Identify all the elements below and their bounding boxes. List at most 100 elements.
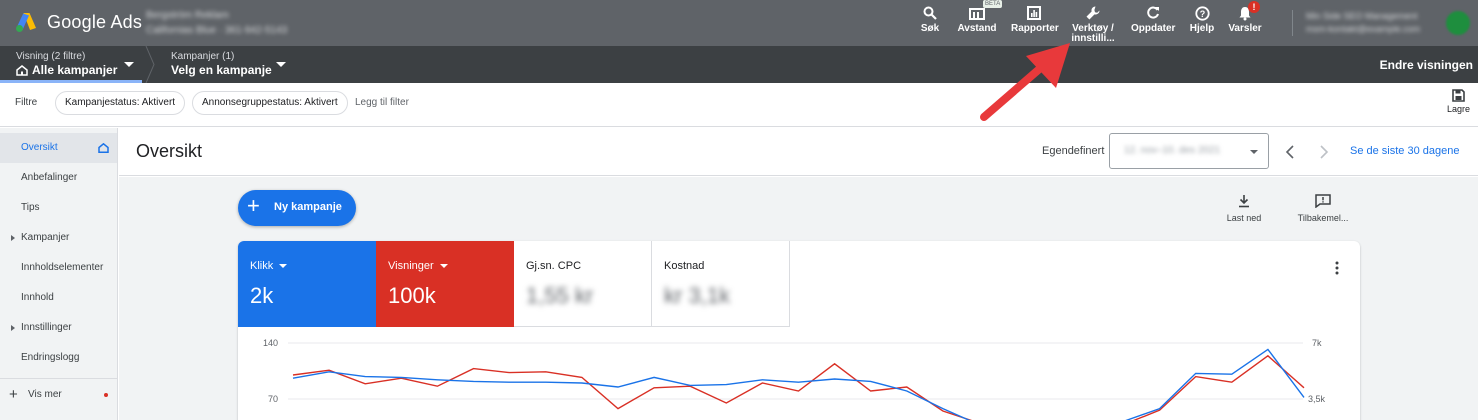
sidebar-item-label: Innhold bbox=[21, 292, 54, 303]
notification-badge: ! bbox=[1248, 1, 1260, 13]
filter-label: Filtre bbox=[15, 97, 38, 108]
metric-value: 100k bbox=[388, 283, 436, 308]
user-name: Min Side SEO Management bbox=[1306, 11, 1418, 21]
right-tick-label: 3,5k bbox=[1308, 394, 1326, 404]
metric-label: Kostnad bbox=[664, 260, 705, 272]
appearance-tool-button[interactable]: Avstand bbox=[957, 4, 997, 34]
google-ads-logo-icon bbox=[16, 13, 36, 32]
sidebar-divider bbox=[0, 378, 117, 379]
metric-avg-cpc-tile[interactable]: Gj.sn. CPC 1,55 kr bbox=[514, 241, 652, 327]
annotation-arrow bbox=[980, 43, 1070, 121]
sidebar-item-change-history[interactable]: Endringslogg bbox=[0, 343, 117, 373]
beta-badge: BETA bbox=[983, 0, 1003, 8]
sidebar-item-tips[interactable]: Tips bbox=[0, 193, 117, 223]
save-label: Lagre bbox=[1446, 104, 1470, 114]
refresh-tool-button[interactable]: Oppdater bbox=[1131, 4, 1175, 34]
feedback-button[interactable]: Tilbakemel... bbox=[1291, 194, 1355, 223]
tool-label: Hjelp bbox=[1189, 23, 1215, 34]
filter-bar: Filtre Kampanjestatus: Aktivert Annonseg… bbox=[0, 83, 1478, 127]
sidebar-item-assets[interactable]: Innholdselementer bbox=[0, 253, 117, 283]
view-main-label: Alle kampanjer bbox=[32, 63, 118, 77]
series-line-clicks bbox=[292, 348, 1305, 420]
avatar[interactable] bbox=[1446, 11, 1470, 35]
reports-icon bbox=[1027, 6, 1041, 20]
series-line-impressions bbox=[292, 354, 1305, 420]
google-ads-logo[interactable]: Google Ads bbox=[14, 10, 142, 34]
tool-label: Rapporter bbox=[1011, 23, 1059, 34]
page-title: Oversikt bbox=[136, 141, 203, 161]
view-dropdown-caret[interactable] bbox=[124, 62, 134, 67]
sidebar: Oversikt Anbefalinger Tips Kampanjer Inn… bbox=[0, 128, 118, 420]
right-tick-label: 7k bbox=[1312, 338, 1322, 348]
top-app-bar: Google Ads Bergström Reklam Californias … bbox=[0, 0, 1478, 46]
svg-text:?: ? bbox=[1199, 9, 1205, 19]
view-navigation-bar: Visning (2 filtre) Alle kampanjer Kampan… bbox=[0, 46, 1478, 83]
filter-chip-campaign-status[interactable]: Kampanjestatus: Aktivert bbox=[55, 91, 186, 115]
account-id: Californias Blue · 361-942-5143 bbox=[146, 25, 288, 36]
metric-impressions-tile[interactable]: Visninger 100k bbox=[376, 241, 514, 327]
app-name: Google Ads bbox=[47, 11, 143, 32]
show-more-button[interactable]: + Vis mer bbox=[0, 382, 117, 408]
sidebar-item-settings[interactable]: Innstillinger bbox=[0, 313, 117, 343]
show-more-label: Vis mer bbox=[28, 389, 62, 400]
add-filter-link[interactable]: Legg til filter bbox=[355, 97, 409, 108]
download-label: Last ned bbox=[1226, 213, 1262, 223]
plus-icon: + bbox=[9, 386, 18, 403]
campaign-selector[interactable]: Kampanjer (1) Velg en kampanje bbox=[171, 51, 281, 77]
sidebar-item-overview[interactable]: Oversikt bbox=[0, 133, 117, 163]
breadcrumb-chevron-icon bbox=[145, 46, 155, 83]
account-info[interactable]: Bergström Reklam Californias Blue · 361-… bbox=[146, 8, 287, 38]
sidebar-item-label: Tips bbox=[21, 202, 40, 213]
next-period-icon[interactable] bbox=[1319, 145, 1329, 159]
save-icon bbox=[1452, 89, 1465, 102]
new-campaign-button[interactable]: + Ny kampanje bbox=[238, 190, 356, 226]
performance-line-chart: 140 70 7k 3,5k bbox=[263, 338, 1326, 420]
performance-card: Klikk 2k Visninger 100k Gj.sn. CPC 1,55 … bbox=[238, 241, 1360, 420]
sidebar-item-label: Kampanjer bbox=[21, 232, 70, 243]
sidebar-item-label: Innholdselementer bbox=[21, 262, 104, 273]
tool-label: Søk bbox=[920, 23, 940, 34]
custom-date-label: Egendefinert bbox=[1042, 145, 1105, 157]
help-tool-button[interactable]: ? Hjelp bbox=[1188, 4, 1216, 34]
sidebar-item-label: Innstillinger bbox=[21, 322, 72, 333]
user-info[interactable]: Min Side SEO Management msm-kontakt@exam… bbox=[1306, 10, 1420, 36]
metric-value: 2k bbox=[250, 283, 274, 308]
sidebar-item-campaigns[interactable]: Kampanjer bbox=[0, 223, 117, 253]
more-options-icon[interactable] bbox=[1332, 261, 1342, 275]
search-tool-button[interactable]: Søk bbox=[919, 4, 941, 34]
sidebar-item-label: Oversikt bbox=[21, 142, 58, 153]
sidebar-item-label: Endringslogg bbox=[21, 352, 80, 363]
metric-value: kr 3,1k bbox=[664, 283, 731, 308]
left-tick-label: 70 bbox=[268, 394, 278, 404]
campaign-dropdown-caret[interactable] bbox=[276, 62, 286, 67]
filter-chip-adgroup-status[interactable]: Annonsegruppestatus: Aktivert bbox=[192, 91, 348, 115]
metric-cost-tile[interactable]: Kostnad kr 3,1k bbox=[652, 241, 790, 327]
expand-arrow-icon bbox=[11, 325, 15, 331]
new-campaign-label: Ny kampanje bbox=[274, 201, 342, 213]
campaign-main-label: Velg en kampanje bbox=[171, 63, 272, 77]
new-indicator-dot bbox=[104, 393, 108, 397]
chevron-down-icon bbox=[279, 264, 288, 268]
plus-icon: + bbox=[247, 193, 260, 218]
sidebar-item-recommendations[interactable]: Anbefalinger bbox=[0, 163, 117, 193]
previous-period-icon[interactable] bbox=[1285, 145, 1295, 159]
save-button[interactable]: Lagre bbox=[1447, 89, 1470, 114]
metric-label: Visninger bbox=[388, 260, 434, 272]
appearance-icon bbox=[969, 8, 985, 20]
sidebar-item-content[interactable]: Innhold bbox=[0, 283, 117, 313]
view-sub-label: Visning (2 filtre) bbox=[16, 51, 86, 62]
home-icon bbox=[98, 143, 109, 153]
metric-label: Gj.sn. CPC bbox=[526, 260, 582, 272]
date-range-picker[interactable]: 12. nov–10. des 2021 bbox=[1109, 133, 1269, 169]
refresh-icon bbox=[1147, 6, 1159, 19]
metric-label: Klikk bbox=[250, 260, 274, 272]
home-icon bbox=[16, 64, 28, 76]
last-30-days-link[interactable]: Se de siste 30 dagene bbox=[1350, 145, 1459, 157]
reports-tool-button[interactable]: Rapporter bbox=[1011, 4, 1059, 34]
change-view-button[interactable]: Endre visningen bbox=[1380, 58, 1473, 72]
metric-clicks-tile[interactable]: Klikk 2k bbox=[238, 241, 376, 327]
tool-label: Varsler bbox=[1228, 23, 1262, 34]
tool-label: Oppdater bbox=[1131, 23, 1176, 34]
download-button[interactable]: Last ned bbox=[1224, 194, 1264, 223]
tool-label: Avstand bbox=[957, 23, 997, 34]
